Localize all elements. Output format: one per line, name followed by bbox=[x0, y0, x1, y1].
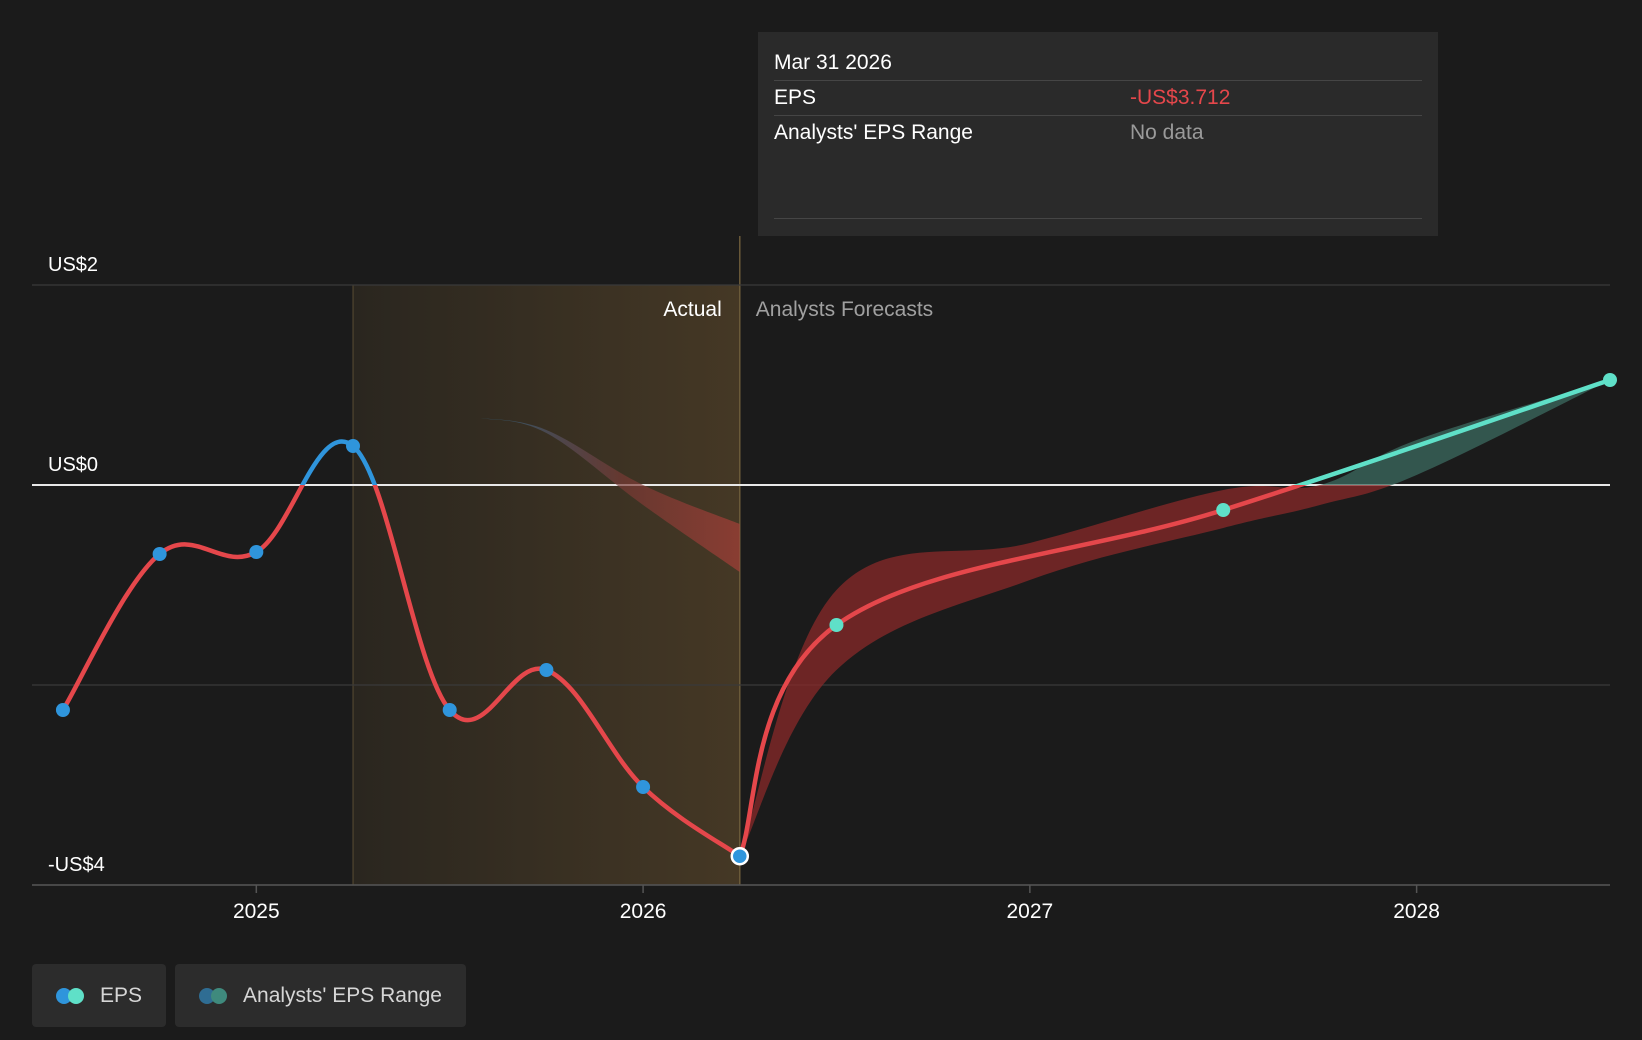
eps-actual-point-4 bbox=[442, 703, 457, 717]
legend-eps-label: EPS bbox=[100, 983, 143, 1007]
forecast-label: Analysts Forecasts bbox=[756, 298, 933, 321]
eps-forecast-point-2 bbox=[1216, 503, 1231, 517]
x-tick-label-0: 2025 bbox=[233, 900, 280, 923]
tooltip-row-range: Analysts' EPS Range No data bbox=[774, 116, 1422, 150]
range-swatch-dot-b bbox=[211, 987, 228, 1004]
eps-actual-point-3 bbox=[346, 439, 361, 453]
eps-actual-point-0 bbox=[55, 703, 70, 717]
eps-forecast-point-1 bbox=[829, 618, 844, 632]
tooltip-date: Mar 31 2026 bbox=[774, 46, 1422, 81]
legend-range-label: Analysts' EPS Range bbox=[243, 983, 442, 1007]
tooltip-eps-label: EPS bbox=[774, 86, 817, 109]
eps-actual-point-6 bbox=[636, 780, 651, 794]
eps-swatch-dot-b bbox=[68, 987, 84, 1004]
legend-range-button[interactable]: Analysts' EPS Range bbox=[175, 964, 466, 1027]
tooltip: Mar 31 2026 EPS -US$3.712 Analysts' EPS … bbox=[758, 32, 1438, 236]
actual-label: Actual bbox=[663, 298, 721, 321]
eps-actual-point-2 bbox=[249, 545, 264, 559]
eps-actual-point-5 bbox=[539, 663, 554, 677]
y-tick-label-1: US$0 bbox=[48, 454, 98, 476]
x-tick-label-3: 2028 bbox=[1393, 900, 1440, 923]
eps-swatch-icon bbox=[56, 987, 86, 1004]
y-tick-label-0: US$2 bbox=[48, 254, 98, 276]
legend: EPS Analysts' EPS Range bbox=[32, 964, 466, 1027]
tooltip-row-eps: EPS -US$3.712 bbox=[774, 81, 1422, 116]
range-swatch-icon bbox=[199, 987, 229, 1004]
legend-eps-button[interactable]: EPS bbox=[32, 964, 167, 1027]
tooltip-bottom-rule bbox=[774, 218, 1422, 219]
x-tick-label-1: 2026 bbox=[620, 900, 667, 923]
actual-highlight-region bbox=[353, 285, 740, 885]
eps-actual-point-1 bbox=[152, 547, 167, 561]
tooltip-eps-value: -US$3.712 bbox=[1130, 86, 1231, 109]
x-tick-label-2: 2027 bbox=[1006, 900, 1053, 923]
tooltip-range-value: No data bbox=[1130, 121, 1204, 144]
y-tick-label-3: -US$4 bbox=[48, 854, 105, 876]
eps-forecast-point-3 bbox=[1603, 373, 1617, 387]
eps-actual-point-7 bbox=[730, 846, 750, 866]
forecast-range-band-negative bbox=[739, 485, 1393, 857]
tooltip-range-label: Analysts' EPS Range bbox=[774, 121, 973, 144]
